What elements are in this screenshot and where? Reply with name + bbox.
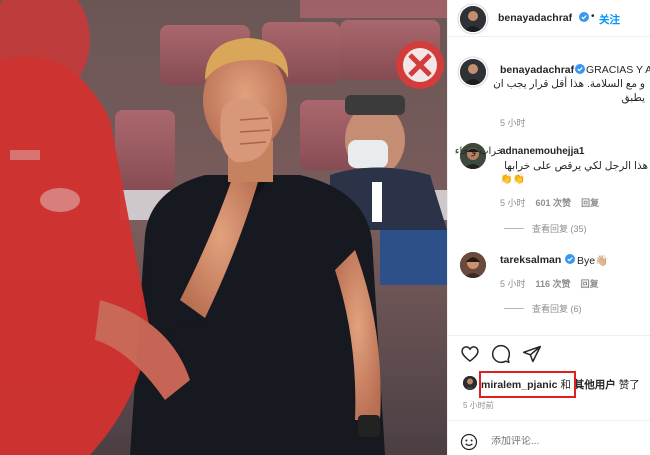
comment-meta: 5 小时 601 次赞 回复 bbox=[500, 196, 599, 209]
comment-text: هذا الرجل لكي يرقص على خرابها bbox=[504, 160, 648, 172]
post-header: benayadachraf • 关注 bbox=[448, 0, 650, 37]
author-avatar[interactable] bbox=[460, 6, 486, 32]
replies-divider-line bbox=[504, 308, 524, 309]
comment-reply-button[interactable]: 回复 bbox=[581, 279, 599, 289]
separator-dot: • bbox=[591, 11, 595, 22]
comment-text-overflow: خراب و جاء bbox=[454, 146, 503, 157]
smiley-icon[interactable] bbox=[460, 433, 478, 451]
verified-badge-icon bbox=[579, 12, 589, 22]
liked-by-others-link[interactable]: 其他用户 bbox=[574, 379, 616, 391]
comment-bubble-icon[interactable] bbox=[491, 344, 511, 364]
replies-divider-line bbox=[504, 228, 524, 229]
view-replies-label: 查看回复 (35) bbox=[532, 224, 587, 234]
view-replies-button[interactable]: 查看回复 (6) bbox=[504, 302, 582, 315]
post-timestamp: 5 小时前 bbox=[463, 401, 494, 410]
comment-emoji: 👏👏 bbox=[500, 174, 525, 185]
comment-reply-button[interactable]: 回复 bbox=[581, 198, 599, 208]
comment-like-count[interactable]: 116 次赞 bbox=[536, 279, 571, 289]
comment-text: Bye👋🏼 bbox=[577, 255, 609, 267]
comment-author-username[interactable]: tareksalman bbox=[500, 254, 561, 266]
verified-badge-icon bbox=[575, 64, 585, 74]
caption-text-line-2: و مع السلامة. هذا أقل قرار يجب ان bbox=[493, 78, 645, 90]
post-photo-image bbox=[0, 0, 447, 455]
add-comment-bar bbox=[448, 420, 650, 455]
liker-avatar[interactable] bbox=[463, 376, 477, 390]
comment-like-count[interactable]: 601 次赞 bbox=[536, 198, 572, 208]
highlight-box bbox=[479, 371, 576, 398]
author-username[interactable]: benayadachraf bbox=[498, 12, 572, 24]
comment-meta: 5 小时 116 次赞 回复 bbox=[500, 277, 599, 290]
view-replies-label: 查看回复 (6) bbox=[532, 304, 582, 314]
add-comment-input[interactable] bbox=[491, 436, 611, 447]
comment-author-avatar[interactable] bbox=[460, 252, 486, 278]
comment-timestamp: 5 小时 bbox=[500, 198, 526, 208]
comment-timestamp: 5 小时 bbox=[500, 279, 526, 289]
caption-text-line-1: GRACIAS Y A bbox=[586, 64, 650, 76]
heart-icon[interactable] bbox=[460, 344, 480, 364]
caption-author-username[interactable]: benayadachraf bbox=[500, 64, 574, 76]
caption-author-avatar[interactable] bbox=[460, 59, 486, 85]
view-replies-button[interactable]: 查看回复 (35) bbox=[504, 222, 587, 235]
verified-badge-icon bbox=[565, 254, 575, 264]
caption-text-line-3: يطبق bbox=[621, 92, 645, 104]
comment-author-username[interactable]: adnanemouhejja1 bbox=[500, 146, 584, 157]
follow-button[interactable]: 关注 bbox=[599, 12, 620, 27]
liked-by-suffix: 赞了 bbox=[615, 379, 640, 391]
paper-plane-icon[interactable] bbox=[522, 344, 542, 364]
post-photo bbox=[0, 0, 447, 455]
caption-timestamp: 5 小时 bbox=[500, 118, 526, 128]
